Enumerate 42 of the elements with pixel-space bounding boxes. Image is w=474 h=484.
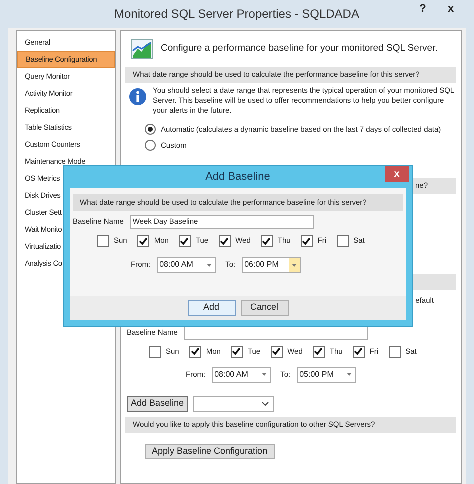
checkmark-icon [232,347,242,356]
help-button[interactable]: ? [410,0,436,18]
cancel-button[interactable]: Cancel [240,300,288,316]
checkmark-icon [190,347,200,356]
checkbox[interactable] [97,235,109,247]
radio-button[interactable] [145,140,156,152]
close-button[interactable]: x [436,0,466,18]
checkbox[interactable] [388,346,401,358]
checkbox[interactable] [137,235,150,247]
time-dropdown[interactable]: 08:00 AM [156,257,216,273]
time-dropdown[interactable]: 08:00 AM [212,366,271,382]
checkmark-icon [180,236,190,246]
add-button[interactable]: Add [188,300,236,316]
checkmark-icon [302,236,312,246]
checkbox[interactable] [218,235,231,247]
checkmark-icon [354,347,364,356]
time-dropdown[interactable]: 06:00 PM [242,257,301,273]
apply-baseline-button[interactable]: Apply Baseline Configuration [145,444,275,458]
checkbox[interactable] [270,346,283,358]
checkbox[interactable] [300,235,313,247]
window-title: Monitored SQL Server Properties - SQLDADA [114,6,360,23]
checkmark-icon [314,347,324,356]
checkmark-icon [220,236,230,246]
checkmark-icon [262,236,272,246]
checkmark-icon [138,236,148,246]
checkmark-icon [272,347,282,356]
chart-icon [131,39,153,59]
add-baseline-button[interactable]: Add Baseline [127,396,188,412]
checkbox[interactable] [178,235,191,247]
info-icon [129,88,147,106]
checkbox[interactable] [336,235,349,247]
checkbox[interactable] [149,346,161,358]
checkbox[interactable] [352,346,365,358]
radio-button[interactable] [145,124,156,136]
chevron-down-icon [262,402,270,406]
checkbox[interactable] [260,235,273,247]
close-button[interactable]: x [385,166,409,182]
time-dropdown[interactable]: 05:00 PM [296,366,356,382]
panel-heading: Configure a performance baseline for your monitored SQL Server. [161,42,438,56]
checkbox[interactable] [230,346,243,358]
checkbox[interactable] [312,346,325,358]
checkbox[interactable] [189,346,202,358]
